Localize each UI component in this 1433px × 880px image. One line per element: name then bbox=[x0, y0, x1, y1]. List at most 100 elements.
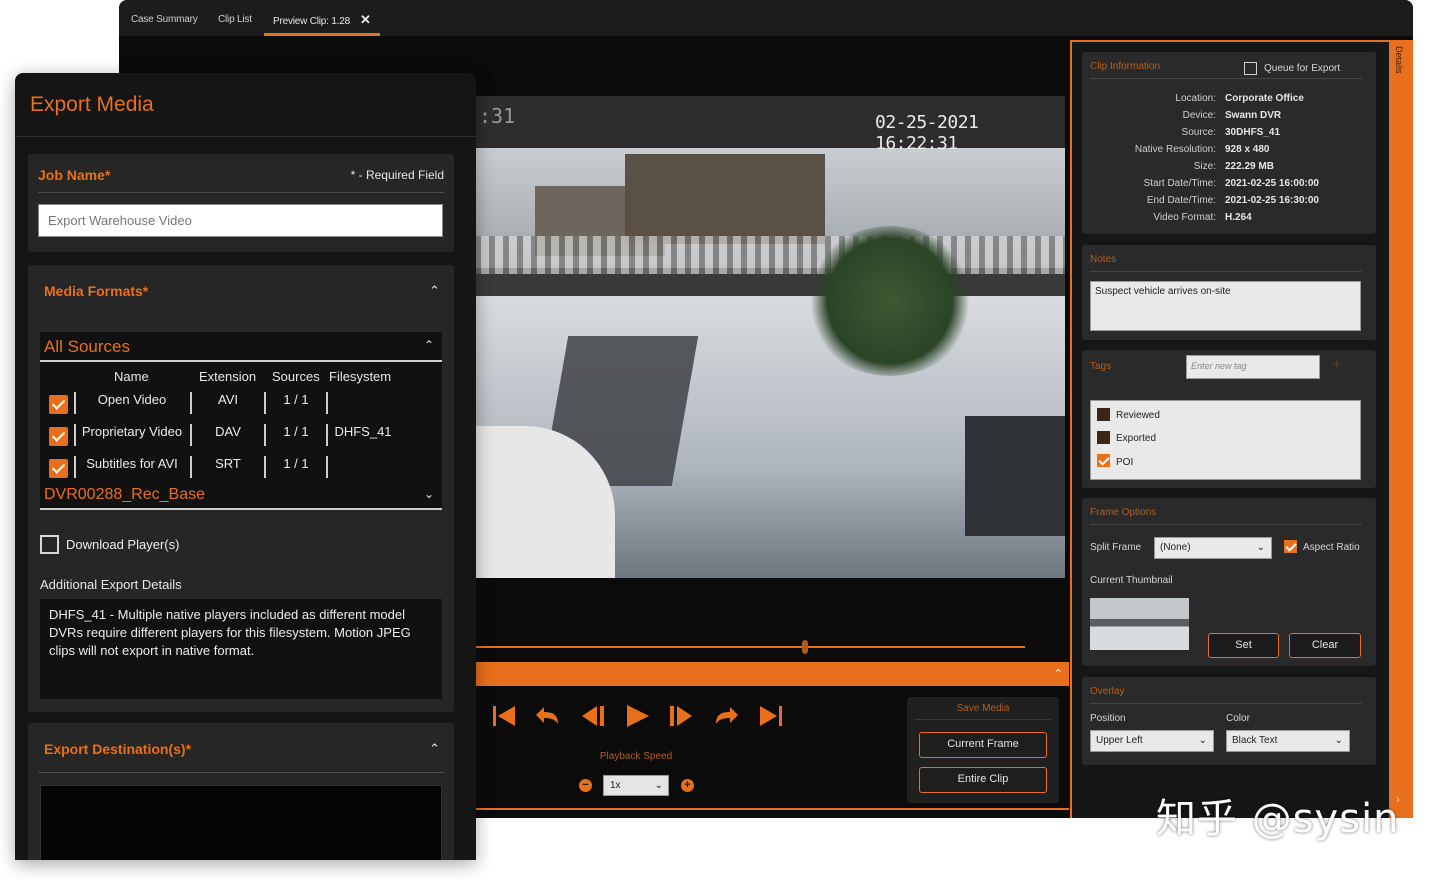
controls-collapse-bar[interactable]: ⌃ bbox=[475, 662, 1069, 686]
tab-case-summary[interactable]: Case Summary bbox=[131, 0, 198, 36]
info-key: Size: bbox=[1193, 161, 1216, 172]
additional-export-details-text: DHFS_41 - Multiple native players includ… bbox=[40, 599, 442, 699]
format-extension: SRT bbox=[215, 456, 241, 471]
set-thumbnail-button[interactable]: Set bbox=[1208, 633, 1279, 658]
position-value: Upper Left bbox=[1096, 735, 1143, 746]
rewind-icon[interactable] bbox=[534, 702, 562, 730]
column-separator bbox=[326, 456, 328, 478]
job-name-input[interactable]: Export Warehouse Video bbox=[38, 204, 443, 237]
video-house bbox=[625, 154, 825, 244]
export-destinations-list[interactable] bbox=[40, 785, 442, 860]
close-icon[interactable]: ✕ bbox=[360, 12, 371, 27]
format-filesystem: DHFS_41 bbox=[334, 424, 392, 439]
chevron-up-icon[interactable]: ⌃ bbox=[429, 283, 440, 299]
info-key: Location: bbox=[1175, 93, 1216, 104]
media-formats-title: Media Formats* bbox=[44, 283, 149, 299]
chevron-up-icon[interactable]: ⌃ bbox=[429, 741, 440, 757]
info-key: End Date/Time: bbox=[1146, 195, 1216, 206]
tags-card: Tags Enter new tag + Reviewed Exported P… bbox=[1082, 350, 1376, 488]
current-thumbnail-label: Current Thumbnail bbox=[1090, 575, 1173, 586]
info-value: 30DHFS_41 bbox=[1225, 127, 1281, 138]
color-value: Black Text bbox=[1232, 735, 1278, 746]
seek-handle[interactable] bbox=[802, 640, 808, 654]
tag-poi-checkbox[interactable] bbox=[1097, 454, 1110, 467]
format-name: Subtitles for AVI bbox=[86, 456, 178, 471]
position-select[interactable]: Upper Left ⌄ bbox=[1090, 730, 1214, 752]
queue-for-export-label: Queue for Export bbox=[1264, 63, 1341, 74]
format-extension: DAV bbox=[215, 424, 241, 439]
info-value: Swann DVR bbox=[1225, 110, 1282, 121]
info-row-format: Video Format: H.264 bbox=[1082, 212, 1376, 229]
chevron-down-icon: ⌄ bbox=[1334, 735, 1343, 746]
chevron-down-icon: ⌄ bbox=[1198, 735, 1207, 746]
info-row-start: Start Date/Time: 2021-02-25 16:00:00 bbox=[1082, 178, 1376, 195]
format-sources: 1 / 1 bbox=[283, 392, 309, 407]
chevron-up-icon[interactable]: ⌃ bbox=[424, 338, 434, 352]
chevron-down-icon[interactable]: ⌄ bbox=[424, 487, 434, 501]
save-entire-clip-button[interactable]: Entire Clip bbox=[919, 767, 1047, 793]
format-extension: AVI bbox=[218, 392, 238, 407]
save-current-frame-button[interactable]: Current Frame bbox=[919, 732, 1047, 758]
all-sources-title[interactable]: All Sources bbox=[44, 337, 130, 357]
seek-track[interactable] bbox=[475, 646, 1025, 648]
frame-options-title: Frame Options bbox=[1090, 507, 1157, 518]
info-row-device: Device: Swann DVR bbox=[1082, 110, 1376, 127]
format-name: Proprietary Video bbox=[81, 424, 183, 439]
column-header-sources: Sources bbox=[272, 369, 320, 384]
info-key: Device: bbox=[1182, 110, 1216, 121]
speed-increase-button[interactable]: + bbox=[681, 779, 694, 792]
frame-options-card: Frame Options Split Frame (None) ⌄ Aspec… bbox=[1082, 498, 1376, 666]
tag-exported-checkbox[interactable] bbox=[1097, 431, 1110, 444]
format-name: Open Video bbox=[97, 392, 167, 407]
info-key: Video Format: bbox=[1153, 212, 1216, 223]
dvr-source-divider bbox=[40, 508, 442, 510]
overlay-title: Overlay bbox=[1090, 686, 1125, 697]
video-top-strip: :31 02-25-2021 16:22:31 bbox=[475, 96, 1065, 154]
format-proprietary-video-checkbox[interactable] bbox=[49, 427, 68, 446]
play-icon[interactable] bbox=[623, 702, 651, 730]
chevron-up-icon[interactable]: ⌃ bbox=[1054, 662, 1063, 686]
step-back-icon[interactable] bbox=[579, 702, 607, 730]
tags-title: Tags bbox=[1090, 361, 1112, 372]
chevron-down-icon: ⌄ bbox=[1256, 542, 1265, 553]
title-divider bbox=[15, 136, 476, 137]
speed-select[interactable]: 1x ⌄ bbox=[603, 775, 669, 796]
save-media-title: Save Media bbox=[956, 703, 1010, 714]
add-tag-icon[interactable]: + bbox=[1332, 356, 1341, 374]
clip-information-card: Clip Information Queue for Export Locati… bbox=[1082, 52, 1376, 234]
skip-start-icon[interactable] bbox=[490, 702, 518, 730]
fast-forward-icon[interactable] bbox=[712, 702, 740, 730]
tag-reviewed-checkbox[interactable] bbox=[1097, 408, 1110, 421]
queue-for-export-checkbox[interactable] bbox=[1244, 62, 1257, 75]
info-key: Source: bbox=[1181, 127, 1216, 138]
details-sidebar-strip[interactable] bbox=[1389, 40, 1413, 818]
controls-bottom-border bbox=[475, 808, 1069, 810]
overlay-card: Overlay Position Upper Left ⌄ Color Blac… bbox=[1082, 677, 1376, 765]
chevron-down-icon: ⌄ bbox=[654, 780, 663, 791]
tag-reviewed-label: Reviewed bbox=[1116, 410, 1160, 421]
export-destinations-divider bbox=[38, 772, 444, 773]
notes-textarea[interactable]: Suspect vehicle arrives on-site bbox=[1090, 281, 1361, 331]
download-players-label: Download Player(s) bbox=[66, 537, 180, 552]
clip-information-title: Clip Information bbox=[1090, 61, 1161, 72]
color-select[interactable]: Black Text ⌄ bbox=[1226, 730, 1350, 752]
format-open-video-checkbox[interactable] bbox=[49, 395, 68, 414]
skip-end-icon[interactable] bbox=[757, 702, 785, 730]
dvr-source-title[interactable]: DVR00288_Rec_Base bbox=[44, 486, 205, 504]
split-frame-select[interactable]: (None) ⌄ bbox=[1154, 537, 1272, 559]
aspect-ratio-checkbox[interactable] bbox=[1284, 540, 1297, 553]
speed-decrease-button[interactable]: − bbox=[579, 779, 592, 792]
all-sources-divider bbox=[40, 360, 442, 362]
step-forward-icon[interactable] bbox=[667, 702, 695, 730]
export-destinations-card: Export Destination(s)* ⌃ bbox=[28, 723, 454, 860]
download-players-checkbox[interactable] bbox=[40, 535, 59, 554]
clear-thumbnail-button[interactable]: Clear bbox=[1289, 633, 1361, 658]
tab-preview-clip[interactable]: Preview Clip: 1.28 ✕ bbox=[264, 0, 380, 36]
info-value: 928 x 480 bbox=[1225, 144, 1270, 155]
save-media-divider bbox=[915, 719, 1051, 720]
new-tag-input[interactable]: Enter new tag bbox=[1186, 355, 1320, 379]
tab-clip-list[interactable]: Clip List bbox=[218, 0, 252, 36]
details-label[interactable]: Details bbox=[1394, 46, 1404, 74]
export-media-title: Export Media bbox=[30, 93, 154, 116]
format-subtitles-checkbox[interactable] bbox=[49, 459, 68, 478]
